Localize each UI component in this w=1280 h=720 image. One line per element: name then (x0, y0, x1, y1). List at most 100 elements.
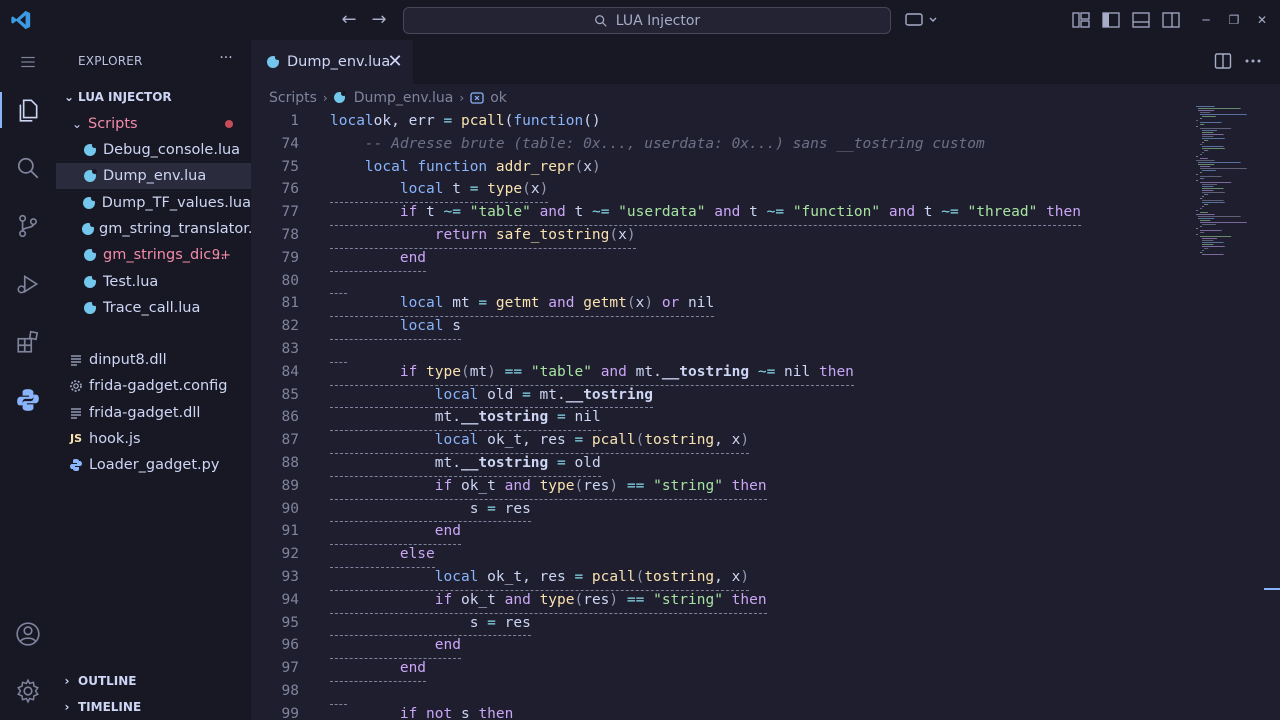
line-number: 93 (281, 569, 299, 585)
minimap-line (1202, 148, 1225, 149)
minimap-line (1202, 130, 1217, 131)
back-arrow-icon[interactable]: ← (338, 9, 360, 31)
file-item[interactable]: Trace_call.lua (56, 295, 251, 321)
code-token: == (626, 591, 645, 608)
gear-file-icon (68, 378, 84, 394)
code-token: = (443, 113, 453, 129)
minimap[interactable] (1192, 106, 1262, 266)
code-token: x (583, 158, 592, 175)
search-icon[interactable] (0, 144, 56, 192)
code-token: s (443, 318, 461, 335)
code-line: 93 local ok_t, res = pcall(tostring, x) (251, 566, 1191, 591)
code-token: res (495, 614, 531, 631)
file-item[interactable]: gm_string_translator... (56, 216, 251, 242)
scrollbar-marker[interactable] (1264, 588, 1280, 590)
code-line: 89 if ok_t and type(res) == "string" the… (251, 475, 1191, 500)
code-token: end (434, 637, 461, 654)
outline-section[interactable]: › OUTLINE (56, 668, 251, 694)
close-icon[interactable]: ✕ (385, 52, 405, 72)
code-text: if type(mt) == "table" and mt.__tostring… (330, 361, 854, 386)
minimize-icon[interactable]: ─ (1196, 10, 1216, 30)
workspace-root[interactable]: ⌄ LUA INJECTOR (56, 84, 251, 110)
customize-layout-icon[interactable] (1071, 10, 1091, 30)
explorer-files-icon[interactable] (0, 86, 56, 134)
minimap-line (1196, 160, 1215, 161)
file-item[interactable]: frida-gadget.config (56, 373, 251, 399)
file-item[interactable]: Dump_TF_values.lua (56, 190, 251, 216)
code-token: ok_t (452, 591, 505, 608)
code-token: mt. (530, 386, 566, 403)
split-editor-icon[interactable] (1214, 52, 1234, 72)
timeline-section[interactable]: › TIMELINE (56, 694, 251, 720)
code-token: ) (644, 295, 654, 312)
breadcrumb-symbol[interactable]: ok (490, 90, 507, 106)
line-number: 91 (281, 523, 299, 540)
minimap-line (1202, 152, 1204, 153)
close-window-icon[interactable]: ✕ (1252, 10, 1272, 30)
tab-dump-env[interactable]: Dump_env.lua ✕ (251, 40, 413, 84)
file-item[interactable]: frida-gadget.dll (56, 400, 251, 426)
minimap-line (1196, 174, 1198, 175)
extensions-icon[interactable] (0, 318, 56, 366)
breadcrumb-file[interactable]: Dump_env.lua (354, 90, 454, 106)
code-text: local function addr_repr(x) (330, 156, 601, 179)
code-token: then (818, 363, 854, 380)
code-token: end (399, 660, 427, 677)
account-icon[interactable] (0, 610, 56, 658)
code-editor[interactable]: 1 localok, err = pcall(function() 74 -- Ad… (251, 110, 1191, 720)
code-text: local mt = getmt and getmt(x) or nil (330, 292, 715, 318)
code-line: 91 end (251, 520, 1191, 546)
minimap-line (1196, 106, 1215, 107)
python-icon[interactable] (0, 376, 56, 424)
file-item[interactable]: Debug_console.lua (56, 137, 251, 163)
restore-icon[interactable]: ❐ (1224, 10, 1244, 30)
file-item[interactable]: JS hook.js (56, 426, 251, 452)
file-item[interactable]: Test.lua (56, 269, 251, 295)
code-token: local (364, 158, 409, 175)
menu-icon[interactable] (0, 38, 56, 86)
line-number: 74 (281, 135, 299, 152)
minimap-line (1196, 180, 1198, 181)
minimap-line (1198, 164, 1215, 165)
code-token: res (583, 591, 610, 608)
file-item[interactable]: gm_strings_dic... 9+ (56, 242, 251, 268)
toggle-panel-icon[interactable] (1131, 10, 1151, 30)
code-token: function (513, 113, 584, 129)
explorer-more-actions-icon[interactable]: ··· (216, 50, 236, 70)
folder-scripts[interactable]: ⌄ Scripts (56, 111, 251, 137)
minimap-line (1202, 224, 1216, 225)
editor-more-actions-icon[interactable] (1244, 52, 1264, 72)
command-center-search[interactable]: LUA Injector (403, 7, 891, 34)
minimap-line (1200, 230, 1222, 231)
code-token: then (1046, 204, 1081, 221)
code-text: if ok_t and type(res) == "string" then (330, 589, 767, 614)
minimap-line (1202, 240, 1214, 241)
forward-arrow-icon[interactable]: → (368, 9, 390, 31)
file-item[interactable]: Dump_env.lua (56, 163, 251, 190)
copilot-chat-icon[interactable] (904, 10, 938, 30)
toggle-secondary-sidebar-icon[interactable] (1161, 10, 1181, 30)
breadcrumb-folder[interactable]: Scripts (269, 90, 317, 106)
file-item[interactable]: Loader_gadget.py (56, 452, 251, 478)
toggle-primary-sidebar-icon[interactable] (1101, 10, 1121, 30)
minimap-line (1202, 170, 1216, 171)
code-token: ( (574, 158, 584, 175)
javascript-file-icon: JS (69, 432, 82, 446)
minimap-line (1202, 116, 1216, 117)
file-item[interactable]: dinput8.dll (56, 347, 251, 373)
run-debug-icon[interactable] (0, 260, 56, 308)
source-control-icon[interactable] (0, 202, 56, 250)
settings-gear-icon[interactable] (0, 667, 56, 715)
minimap-line (1204, 140, 1209, 141)
minimap-line (1200, 212, 1208, 213)
